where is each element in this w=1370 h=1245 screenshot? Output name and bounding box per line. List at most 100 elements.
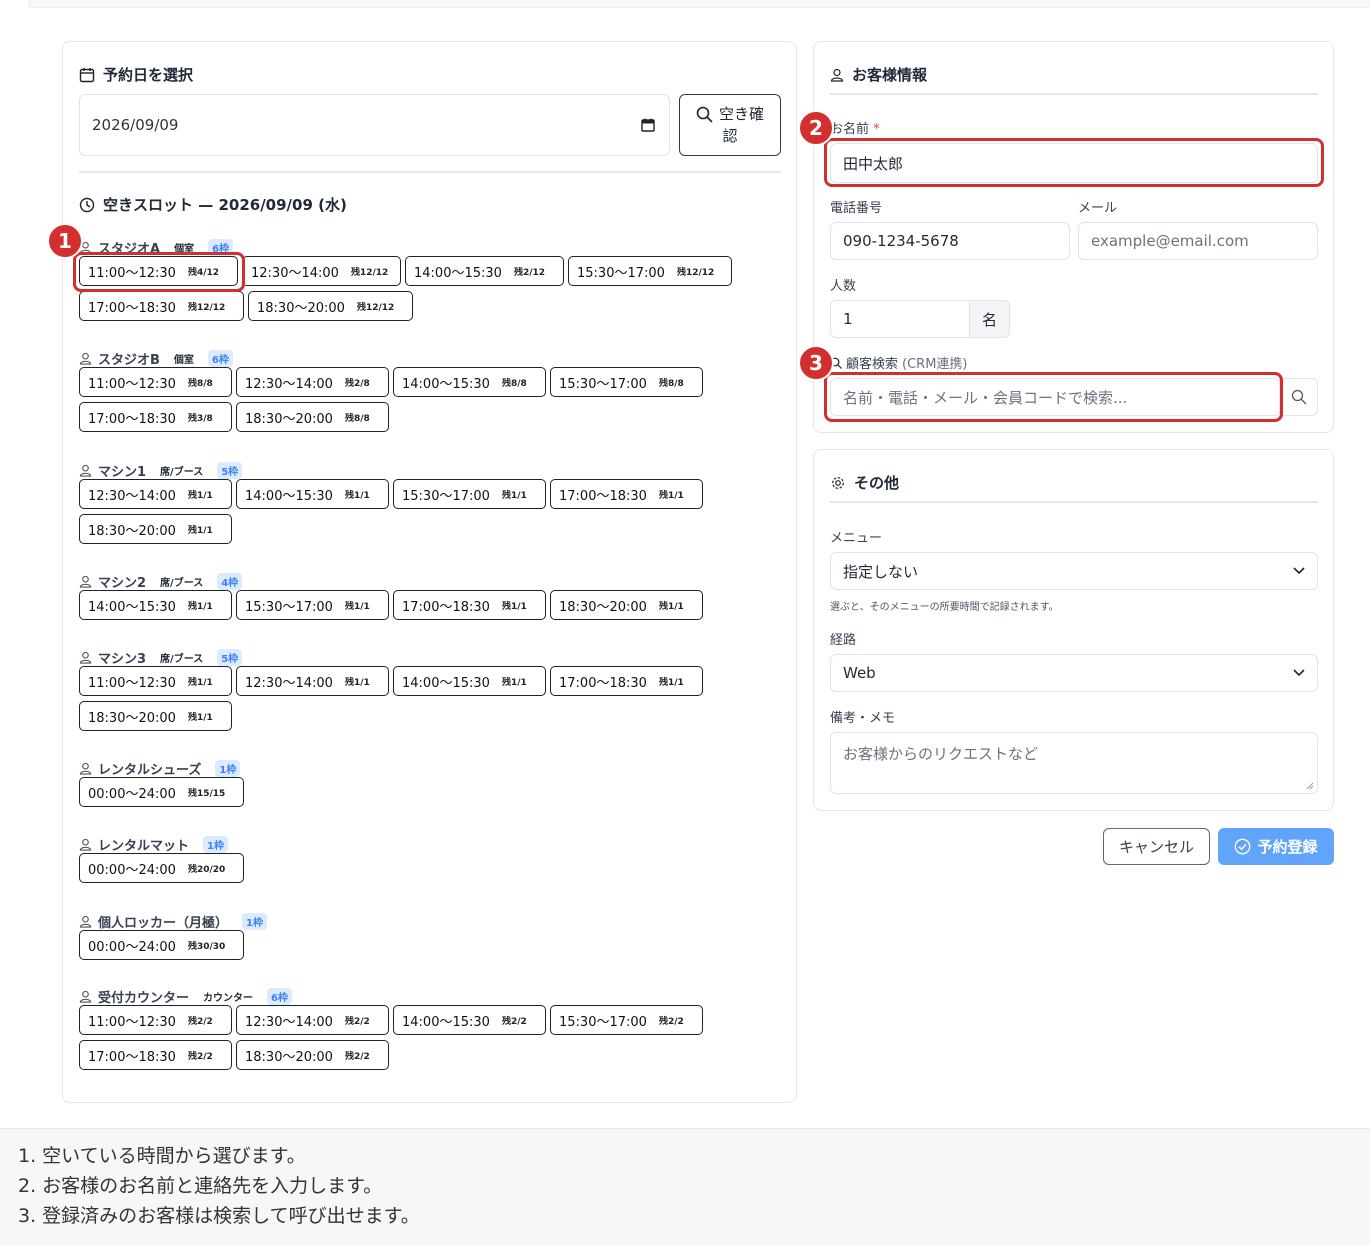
time-slot-button[interactable]: 15:30〜17:00 残1/1 xyxy=(236,590,389,620)
people-unit-text: 名 xyxy=(981,310,997,329)
customer-section-title: お客様情報 xyxy=(830,64,927,85)
time-slot-button[interactable]: 11:00〜12:30 残2/2 xyxy=(79,1005,232,1035)
time-slot-button[interactable]: 17:00〜18:30 残3/8 xyxy=(79,402,232,432)
top-strip xyxy=(28,0,1370,8)
slot-remaining: 残2/2 xyxy=(501,1016,527,1027)
slot-time: 18:30〜20:00 xyxy=(559,599,647,615)
slot-count-badge: 4枠 xyxy=(217,573,243,590)
resource-name: スタジオB xyxy=(98,353,160,368)
email-input[interactable]: example@email.com xyxy=(1078,222,1318,260)
date-section-title-text: 予約日を選択 xyxy=(103,66,194,84)
time-slot-button[interactable]: 17:00〜18:30 残1/1 xyxy=(550,666,703,696)
customer-search-label: 顧客検索 (CRM連携) xyxy=(830,353,968,372)
time-slot-button[interactable]: 12:30〜14:00 残1/1 xyxy=(79,479,232,509)
slot-remaining: 残20/20 xyxy=(187,864,226,875)
slots-section-title-text: 空きスロット — 2026/09/09 (水) xyxy=(103,196,347,214)
time-slot-button[interactable]: 11:00〜12:30 残1/1 xyxy=(79,666,232,696)
instruction-line-3: 3. 登録済みのお客様は検索して呼び出せます。 xyxy=(18,1205,420,1227)
resource-name: マシン2 xyxy=(98,576,147,591)
slot-count-badge: 1枠 xyxy=(215,760,241,777)
time-slot-button[interactable]: 11:00〜12:30 残8/8 xyxy=(79,367,232,397)
resource-name: レンタルシューズ xyxy=(98,763,202,778)
user-icon xyxy=(79,915,92,928)
slot-remaining: 残3/8 xyxy=(187,413,213,424)
time-slot-button[interactable]: 14:00〜15:30 残2/2 xyxy=(393,1005,546,1035)
phone-label: 電話番号 xyxy=(830,201,883,216)
time-slot-button[interactable]: 00:00〜24:00 残15/15 xyxy=(79,777,244,807)
check-circle-icon xyxy=(1234,838,1251,855)
time-slot-button[interactable]: 18:30〜20:00 残12/12 xyxy=(248,291,413,321)
time-slot-button[interactable]: 14:00〜15:30 残1/1 xyxy=(236,479,389,509)
resource-type: 席/ブース xyxy=(160,654,204,665)
calendar-picker-icon[interactable] xyxy=(641,118,655,132)
time-slot-button[interactable]: 17:00〜18:30 残1/1 xyxy=(393,590,546,620)
user-icon xyxy=(79,575,92,588)
date-input-value: 2026/09/09 xyxy=(92,116,179,134)
time-slot-button[interactable]: 18:30〜20:00 残1/1 xyxy=(550,590,703,620)
time-slot-button[interactable]: 12:30〜14:00 残1/1 xyxy=(236,666,389,696)
slot-count-badge: 5枠 xyxy=(217,649,243,666)
slot-time: 14:00〜15:30 xyxy=(402,675,490,691)
time-slot-button[interactable]: 18:30〜20:00 残8/8 xyxy=(236,402,389,432)
time-slot-button[interactable]: 14:00〜15:30 残8/8 xyxy=(393,367,546,397)
time-slot-button[interactable]: 00:00〜24:00 残20/20 xyxy=(79,853,244,883)
slot-time: 00:00〜24:00 xyxy=(88,786,176,802)
people-count-input[interactable]: 1 xyxy=(830,300,970,338)
customer-search-label-suffix: (CRM連携) xyxy=(902,357,968,372)
slot-remaining: 残1/1 xyxy=(658,601,684,612)
time-slot-button[interactable]: 12:30〜14:00 残12/12 xyxy=(242,256,401,286)
check-availability-button[interactable]: 空き確 認 xyxy=(679,94,781,156)
time-slot-button[interactable]: 17:00〜18:30 残2/2 xyxy=(79,1040,232,1070)
check-button-label-line1: 空き確 xyxy=(718,105,764,123)
date-input[interactable]: 2026/09/09 xyxy=(79,94,670,156)
time-slot-button[interactable]: 18:30〜20:00 残1/1 xyxy=(79,701,232,731)
resize-handle-icon[interactable] xyxy=(1306,782,1314,790)
time-slot-button[interactable]: 12:30〜14:00 残2/8 xyxy=(236,367,389,397)
customer-divider xyxy=(830,93,1318,95)
phone-input[interactable]: 090-1234-5678 xyxy=(830,222,1070,260)
time-slot-button[interactable]: 18:30〜20:00 残2/2 xyxy=(236,1040,389,1070)
route-select[interactable]: Web xyxy=(830,654,1318,692)
slot-remaining: 残1/1 xyxy=(344,601,370,612)
time-slot-button[interactable]: 15:30〜17:00 残1/1 xyxy=(393,479,546,509)
resource-name: 個人ロッカー（月極） xyxy=(98,916,229,931)
slot-remaining: 残12/12 xyxy=(350,267,389,278)
slot-time: 12:30〜14:00 xyxy=(88,488,176,504)
slot-remaining: 残12/12 xyxy=(187,302,226,313)
slot-remaining: 残2/2 xyxy=(187,1051,213,1062)
time-slot-button[interactable]: 15:30〜17:00 残8/8 xyxy=(550,367,703,397)
time-slot-button[interactable]: 15:30〜17:00 残12/12 xyxy=(568,256,732,286)
slot-time: 18:30〜20:00 xyxy=(257,300,345,316)
time-slot-button[interactable]: 12:30〜14:00 残2/2 xyxy=(236,1005,389,1035)
slot-remaining: 残8/8 xyxy=(658,378,684,389)
time-slot-button[interactable]: 14:00〜15:30 残2/12 xyxy=(405,256,564,286)
slot-time: 00:00〜24:00 xyxy=(88,939,176,955)
time-slot-button[interactable]: 15:30〜17:00 残2/2 xyxy=(550,1005,703,1035)
slot-time: 17:00〜18:30 xyxy=(559,488,647,504)
resource-header: マシン1 席/ブース 5枠 xyxy=(79,461,243,480)
submit-reservation-button[interactable]: 予約登録 xyxy=(1218,828,1334,865)
slot-time: 15:30〜17:00 xyxy=(559,1014,647,1030)
cancel-button[interactable]: キャンセル xyxy=(1103,828,1210,865)
customer-search-button[interactable] xyxy=(1279,378,1318,416)
memo-textarea[interactable]: お客様からのリクエストなど xyxy=(830,732,1318,794)
time-slot-button[interactable]: 18:30〜20:00 残1/1 xyxy=(79,514,232,544)
search-icon xyxy=(696,106,713,123)
time-slot-button[interactable]: 17:00〜18:30 残1/1 xyxy=(550,479,703,509)
step-marker-2: 2 xyxy=(798,110,834,146)
people-count-value: 1 xyxy=(843,310,853,328)
step-marker-3: 3 xyxy=(798,345,834,381)
slot-time: 14:00〜15:30 xyxy=(402,1014,490,1030)
time-slot-button[interactable]: 00:00〜24:00 残30/30 xyxy=(79,930,244,960)
menu-select[interactable]: 指定しない xyxy=(830,552,1318,590)
time-slot-button[interactable]: 17:00〜18:30 残12/12 xyxy=(79,291,244,321)
slot-remaining: 残30/30 xyxy=(187,941,226,952)
other-section-title: その他 xyxy=(830,472,899,493)
slot-count-badge: 6枠 xyxy=(267,988,292,1005)
time-slot-button[interactable]: 14:00〜15:30 残1/1 xyxy=(393,666,546,696)
date-section-title: 予約日を選択 xyxy=(79,64,193,85)
slot-count-badge: 5枠 xyxy=(217,462,243,479)
route-label: 経路 xyxy=(830,633,857,648)
slot-time: 15:30〜17:00 xyxy=(402,488,490,504)
time-slot-button[interactable]: 14:00〜15:30 残1/1 xyxy=(79,590,232,620)
